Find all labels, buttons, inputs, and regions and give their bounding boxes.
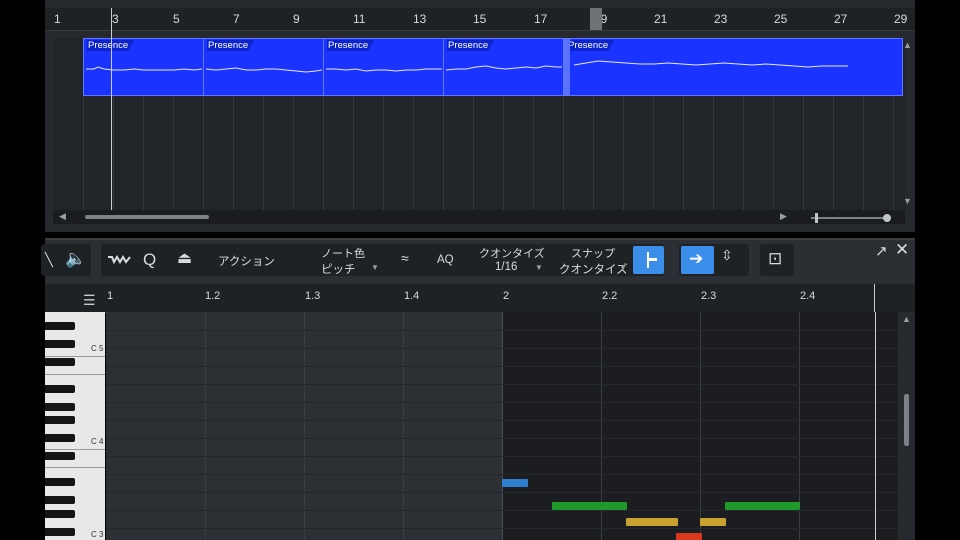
scroll-right-icon[interactable]: ▶ — [780, 211, 787, 222]
zoom-slider-end[interactable] — [883, 214, 891, 222]
pitch-curve-icon[interactable] — [107, 254, 131, 266]
ruler-tick: 23 — [714, 12, 728, 26]
toolbar-group-target: ⊡ — [760, 244, 794, 276]
clip-waveform — [86, 66, 203, 71]
hamburger-icon[interactable]: ☰ — [83, 292, 96, 309]
close-icon[interactable]: ✕ — [895, 240, 909, 260]
speaker-icon[interactable]: 🔈 — [65, 249, 86, 269]
ruler-tick: 1 — [107, 290, 114, 302]
toolbar-group-settings: ノート色 ピッチ ▼ ≈ AQ クオンタイズ 1/16 ▼ スナップ クオンタイ… — [289, 244, 664, 276]
zoom-slider-handle[interactable] — [815, 213, 818, 223]
key-label-c4: C 4 — [91, 437, 104, 446]
ruler-tick: 15 — [473, 12, 487, 26]
snap-toggle-button[interactable] — [633, 246, 664, 274]
scrollbar-thumb[interactable] — [904, 394, 909, 446]
playhead[interactable] — [111, 8, 112, 212]
follow-playhead-button[interactable]: ➔ — [681, 246, 714, 274]
note-color-title: ノート色 — [321, 248, 365, 260]
audio-clip[interactable]: Presence — [443, 38, 565, 96]
midi-note[interactable] — [626, 518, 678, 526]
app-window: 1 3 5 7 9 11 13 15 17 19 21 23 25 27 29 — [0, 0, 960, 540]
ruler-tick: 27 — [834, 12, 848, 26]
note-color-value[interactable]: ピッチ — [321, 261, 356, 277]
ruler-tick: 2.4 — [800, 290, 816, 302]
midi-note[interactable] — [676, 533, 702, 540]
humanize-icon[interactable]: ≈ — [401, 250, 409, 266]
piano-keyboard[interactable]: C 5 C 4 C 3 — [45, 312, 105, 540]
end-marker[interactable] — [874, 284, 875, 312]
ruler-tick: 1 — [54, 12, 61, 26]
chevron-down-icon[interactable]: ▼ — [619, 263, 627, 272]
ruler-tick: 13 — [413, 12, 427, 26]
zoom-slider[interactable] — [811, 217, 891, 219]
quantize-q-icon[interactable]: Q — [143, 250, 156, 270]
tool-icon[interactable]: ╲ — [45, 252, 53, 268]
midi-note[interactable] — [552, 502, 627, 510]
toolbar-group-tools: ╲ 🔈 — [41, 244, 91, 276]
ruler-tick: 5 — [173, 12, 180, 26]
expand-icon[interactable]: ↗ — [875, 242, 888, 260]
ruler-tick: 9 — [293, 12, 300, 26]
midi-note[interactable] — [725, 502, 800, 510]
quantize-value[interactable]: 1/16 — [495, 261, 517, 273]
midi-note[interactable] — [502, 479, 528, 487]
clip-waveform — [573, 60, 848, 68]
scroll-down-icon[interactable]: ▼ — [903, 196, 912, 206]
ruler-tick: 2.3 — [701, 290, 717, 302]
scrollbar-thumb[interactable] — [85, 215, 209, 219]
audio-clip[interactable]: Presence — [323, 38, 445, 96]
scroll-up-icon[interactable]: ▲ — [902, 314, 911, 324]
ruler-tick: 3 — [112, 12, 119, 26]
arrange-horizontal-scrollbar[interactable]: ◀ ▶ — [53, 210, 905, 224]
key-label-c5: C 5 — [91, 344, 104, 353]
split-view-icon[interactable]: ⇳ — [721, 247, 733, 264]
editor-toolbar: ╲ 🔈 Q ⏏ アクション ▼ ノート色 ピッチ ▼ ≈ AQ クオンタイズ 1… — [41, 238, 915, 284]
audio-clip[interactable]: Presence — [203, 38, 325, 96]
chevron-down-icon[interactable]: ▼ — [535, 263, 543, 272]
note-grid[interactable] — [106, 312, 898, 540]
track-lane: Presence Presence Presence Presence Pres… — [53, 38, 905, 210]
clip-waveform — [326, 68, 442, 72]
clip-waveform — [205, 67, 323, 73]
target-icon[interactable]: ⊡ — [768, 249, 782, 269]
ruler-tick: 1.4 — [404, 290, 420, 302]
ruler-tick: 2 — [503, 290, 510, 302]
ruler-tick: 21 — [654, 12, 668, 26]
ruler-tick: 1.2 — [205, 290, 221, 302]
snap-title: スナップ — [571, 248, 615, 260]
audio-clip[interactable]: Presence — [83, 38, 205, 96]
audio-clip[interactable]: Presence — [563, 38, 903, 96]
ruler-tick: 11 — [353, 12, 366, 26]
arrange-ruler[interactable]: 1 3 5 7 9 11 13 15 17 19 21 23 25 27 29 — [45, 8, 915, 31]
scroll-up-icon[interactable]: ▲ — [903, 40, 912, 50]
aq-button[interactable]: AQ — [437, 254, 454, 266]
ruler-tick: 29 — [894, 12, 908, 26]
toolbar-group-follow: ➔ ⇳ — [679, 244, 749, 276]
ruler-tick: 1.3 — [305, 290, 321, 302]
midi-note[interactable] — [700, 518, 726, 526]
ruler-tick: 17 — [534, 12, 548, 26]
transform-icon[interactable]: ⏏ — [177, 248, 192, 268]
key-label-c3: C 3 — [91, 530, 104, 539]
quantize-title: クオンタイズ — [479, 248, 545, 260]
ruler-tick: 25 — [774, 12, 788, 26]
scroll-left-icon[interactable]: ◀ — [59, 211, 66, 222]
end-marker-line — [875, 312, 876, 540]
chevron-down-icon[interactable]: ▼ — [371, 263, 379, 272]
loop-marker[interactable] — [590, 8, 602, 30]
piano-vertical-scrollbar[interactable]: ▲ — [898, 312, 915, 540]
snap-value[interactable]: クオンタイズ — [559, 261, 628, 277]
ruler-tick: 7 — [233, 12, 240, 26]
clip-waveform — [445, 65, 562, 71]
piano-roll-ruler[interactable]: ☰ 1 1.2 1.3 1.4 2 2.2 2.3 2.4 — [45, 284, 915, 313]
ruler-tick: 2.2 — [602, 290, 618, 302]
arrange-view: 1 3 5 7 9 11 13 15 17 19 21 23 25 27 29 — [45, 0, 915, 232]
arrow-right-icon: ➔ — [689, 249, 704, 268]
action-menu-label[interactable]: アクション — [218, 253, 275, 269]
